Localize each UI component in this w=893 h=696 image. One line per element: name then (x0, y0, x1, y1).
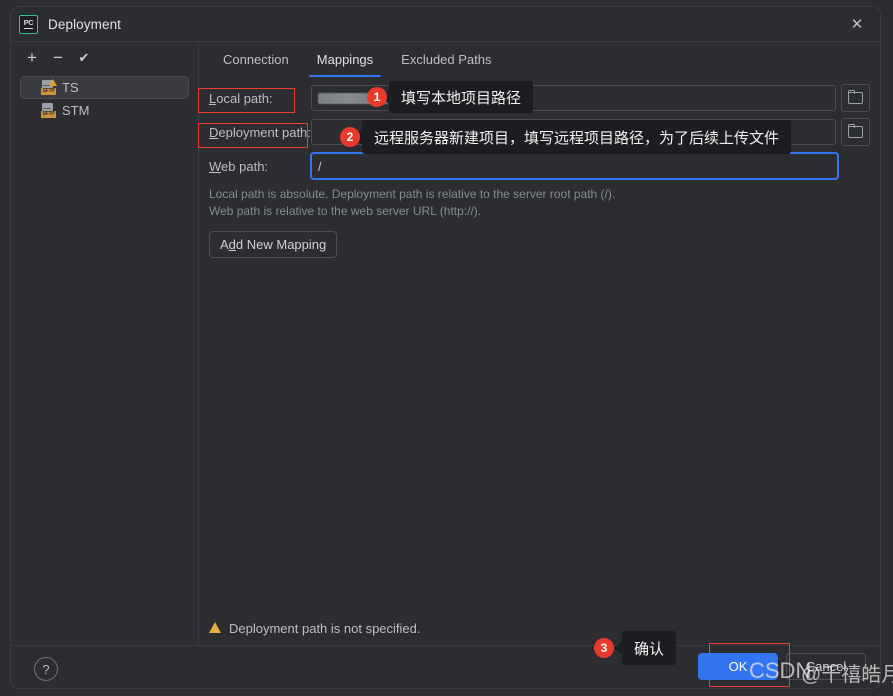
local-path-row: Local path: (199, 84, 880, 112)
sidebar-item-ts[interactable]: SFTP TS (20, 76, 189, 99)
server-list-toolbar: + − ✔ (11, 42, 198, 72)
folder-icon (847, 89, 863, 104)
tab-excluded-paths[interactable]: Excluded Paths (387, 42, 505, 77)
pycharm-icon: PC (19, 14, 38, 34)
sidebar-item-stm[interactable]: SFTP STM (20, 99, 189, 122)
annotation-callout-1: 填写本地项目路径 (380, 81, 534, 113)
folder-icon (847, 123, 863, 138)
hint-line-2: Web path is relative to the web server U… (209, 204, 482, 218)
web-path-label: Web path: (209, 158, 269, 174)
pycharm-icon-text: PC (23, 18, 34, 29)
tab-label: Mappings (316, 52, 374, 67)
ok-button[interactable]: OK (698, 653, 778, 680)
annotation-badge-3: 3 (594, 638, 614, 658)
add-server-button[interactable]: + (20, 45, 44, 69)
add-new-mapping-button[interactable]: Add New Mapping (209, 231, 338, 258)
footer-actions: OK Cancel (698, 653, 866, 680)
annotation-badge-1: 1 (367, 87, 387, 107)
dialog-footer: ? OK Cancel (11, 645, 880, 688)
annotation-callout-text: 远程服务器新建项目，填写远程项目路径，为了后续上传文件 (374, 129, 780, 147)
dialog-titlebar: PC Deployment ✕ (11, 7, 880, 41)
dialog-title: Deployment (48, 16, 122, 32)
tab-mappings[interactable]: Mappings (303, 42, 387, 77)
server-list-pane: + − ✔ SFTP TS SFTP STM (11, 42, 199, 645)
plus-icon: + (27, 47, 37, 67)
validation-text: Deployment path is not specified. (229, 620, 421, 636)
annotation-callout-text: 确认 (634, 640, 665, 658)
minus-icon: − (53, 47, 63, 67)
sftp-server-warning-icon: SFTP (41, 79, 57, 95)
local-path-browse-button[interactable] (841, 84, 870, 112)
deployment-path-browse-button[interactable] (841, 118, 870, 146)
sidebar-item-label: TS (62, 80, 79, 95)
warning-triangle-icon (209, 621, 221, 633)
tab-label: Connection (223, 52, 289, 67)
set-default-button[interactable]: ✔ (72, 45, 96, 69)
cancel-button[interactable]: Cancel (786, 653, 866, 680)
annotation-callout-text: 填写本地项目路径 (401, 89, 522, 107)
annotation-badge-2: 2 (340, 127, 360, 147)
web-path-value: / (318, 158, 322, 174)
web-path-input[interactable]: / (311, 153, 838, 179)
mappings-form: Local path: Deployment path: Web path: /… (199, 77, 880, 645)
sidebar-item-label: STM (62, 103, 90, 118)
annotation-callout-2: 远程服务器新建项目，填写远程项目路径，为了后续上传文件 (353, 120, 792, 154)
sftp-server-icon: SFTP (41, 103, 56, 118)
annotation-callout-3: 确认 (613, 631, 677, 665)
web-path-row: Web path: / (199, 153, 880, 179)
tab-bar: Connection Mappings Excluded Paths (199, 42, 880, 77)
local-path-label: Local path: (209, 90, 273, 106)
validation-message: Deployment path is not specified. (199, 611, 880, 645)
close-icon[interactable]: ✕ (834, 7, 880, 41)
deployment-path-label: Deployment path: (209, 124, 311, 140)
screenshot-root: PC Deployment ✕ + − ✔ SFTP TS SFTP STM C… (0, 0, 893, 696)
server-list: SFTP TS SFTP STM (11, 72, 198, 122)
remove-server-button[interactable]: − (46, 45, 70, 69)
hint-line-1: Local path is absolute. Deployment path … (209, 187, 616, 201)
check-icon: ✔ (78, 49, 90, 65)
tab-label: Excluded Paths (401, 52, 492, 67)
tab-connection[interactable]: Connection (209, 42, 303, 77)
help-icon[interactable]: ? (34, 657, 58, 681)
